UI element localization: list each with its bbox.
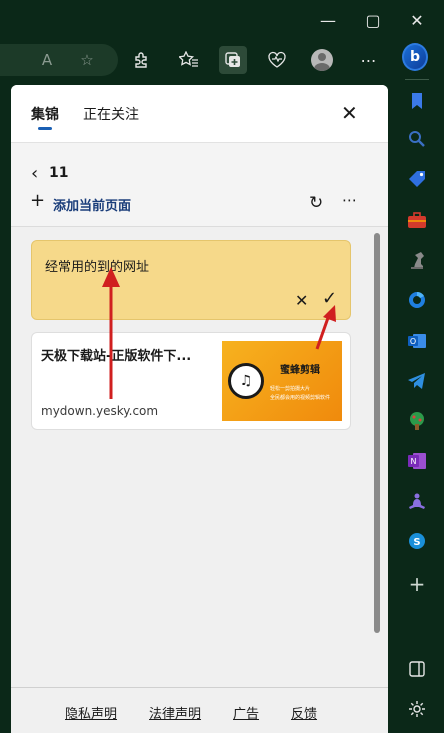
collection-title[interactable]: 11 <box>49 165 68 181</box>
svg-text:S: S <box>413 537 420 548</box>
legal-link[interactable]: 法律声明 <box>149 703 201 722</box>
add-icon[interactable]: + <box>30 190 45 211</box>
microsoft365-icon[interactable] <box>404 287 430 313</box>
scrollbar[interactable] <box>374 233 380 633</box>
ads-link[interactable]: 广告 <box>233 703 259 722</box>
settings-icon[interactable] <box>404 696 430 722</box>
thumb-subtitle: 轻松一剪拍摄大片 全民都会用的视频剪辑软件 <box>270 385 330 403</box>
back-chevron-icon[interactable]: ‹ <box>31 163 38 184</box>
profile-avatar-icon[interactable] <box>308 46 336 74</box>
panel-header: 集锦 正在关注 ✕ <box>11 85 388 143</box>
svg-text:N: N <box>411 457 417 466</box>
close-icon[interactable]: ✕ <box>402 8 432 34</box>
title-bar: — ▢ ✕ <box>0 0 444 42</box>
edge-sidebar: b O N S + <box>395 42 444 733</box>
tools-icon[interactable] <box>404 207 430 233</box>
tab-collections[interactable]: 集锦 <box>31 104 59 124</box>
note-editor[interactable]: 经常用的到的网址 ✕ ✓ <box>31 240 351 320</box>
note-text[interactable]: 经常用的到的网址 <box>45 256 149 275</box>
avatar <box>311 49 333 71</box>
copilot-letter: b <box>409 49 421 65</box>
active-tab-indicator <box>38 127 52 130</box>
bookmark-icon[interactable] <box>404 88 430 114</box>
read-aloud-glyph: A <box>41 51 53 69</box>
browser-toolbar: A ☆ ⋯ <box>0 42 395 78</box>
skype-icon[interactable]: S <box>404 528 430 554</box>
game-tree-icon[interactable] <box>404 408 430 434</box>
tab-following[interactable]: 正在关注 <box>83 104 139 124</box>
collections-icon[interactable] <box>219 46 247 74</box>
maximize-icon[interactable]: ▢ <box>358 8 388 34</box>
svg-text:O: O <box>410 337 416 346</box>
add-icon[interactable]: + <box>404 571 430 597</box>
copilot-icon[interactable]: b <box>402 43 428 71</box>
annotation-arrow <box>315 305 336 350</box>
more-icon[interactable]: ⋯ <box>355 46 383 74</box>
sidebar-divider <box>405 79 429 80</box>
privacy-link[interactable]: 隐私声明 <box>65 703 117 722</box>
minimize-icon[interactable]: — <box>313 8 343 34</box>
annotation-arrow <box>102 267 120 399</box>
thumb-sub-line-2: 全民都会用的视频剪辑软件 <box>270 395 331 401</box>
outlook-icon[interactable]: O <box>404 328 430 354</box>
collection-items: 经常用的到的网址 ✕ ✓ 天极下载站-正版软件下... mydown.yesky… <box>11 227 388 687</box>
telegram-icon[interactable] <box>404 368 430 394</box>
thumb-sub-line-1: 轻松一剪拍摄大片 <box>270 386 311 392</box>
favorite-star-icon[interactable]: ☆ <box>73 46 101 74</box>
browser-essentials-icon[interactable] <box>263 46 291 74</box>
card-domain: mydown.yesky.com <box>41 404 159 418</box>
copilot-badge: b <box>402 43 428 71</box>
split-screen-icon[interactable] <box>404 656 430 682</box>
favorites-icon[interactable] <box>175 46 203 74</box>
more-options-icon[interactable]: ⋯ <box>342 191 358 209</box>
shopping-tag-icon[interactable] <box>404 166 430 192</box>
close-panel-icon[interactable]: ✕ <box>341 101 358 125</box>
panel-footer: 隐私声明 法律声明 广告 反馈 <box>11 687 388 733</box>
list-item[interactable]: 天极下载站-正版软件下... mydown.yesky.com ♫ 蜜蜂剪辑 轻… <box>31 332 351 430</box>
search-icon[interactable] <box>404 126 430 152</box>
cancel-note-icon[interactable]: ✕ <box>295 291 308 310</box>
extensions-icon[interactable] <box>127 46 155 74</box>
card-thumbnail: ♫ 蜜蜂剪辑 轻松一剪拍摄大片 全民都会用的视频剪辑软件 <box>222 341 342 421</box>
meditation-icon[interactable] <box>404 489 430 515</box>
collections-panel: 集锦 正在关注 ✕ ‹ 11 + 添加当前页面 ↻ ⋯ 经常用的到的网址 ✕ ✓… <box>11 85 388 733</box>
read-aloud-icon[interactable]: A <box>33 46 61 74</box>
feedback-link[interactable]: 反馈 <box>291 703 317 722</box>
onenote-icon[interactable]: N <box>404 448 430 474</box>
add-current-page-button[interactable]: 添加当前页面 <box>53 195 131 214</box>
thumb-title: 蜜蜂剪辑 <box>280 365 320 376</box>
collection-header: ‹ 11 + 添加当前页面 ↻ ⋯ <box>11 143 388 227</box>
card-title: 天极下载站-正版软件下... <box>41 349 192 364</box>
bee-logo-icon: ♫ <box>228 363 264 399</box>
refresh-icon[interactable]: ↻ <box>309 193 323 213</box>
chess-icon[interactable] <box>404 247 430 273</box>
